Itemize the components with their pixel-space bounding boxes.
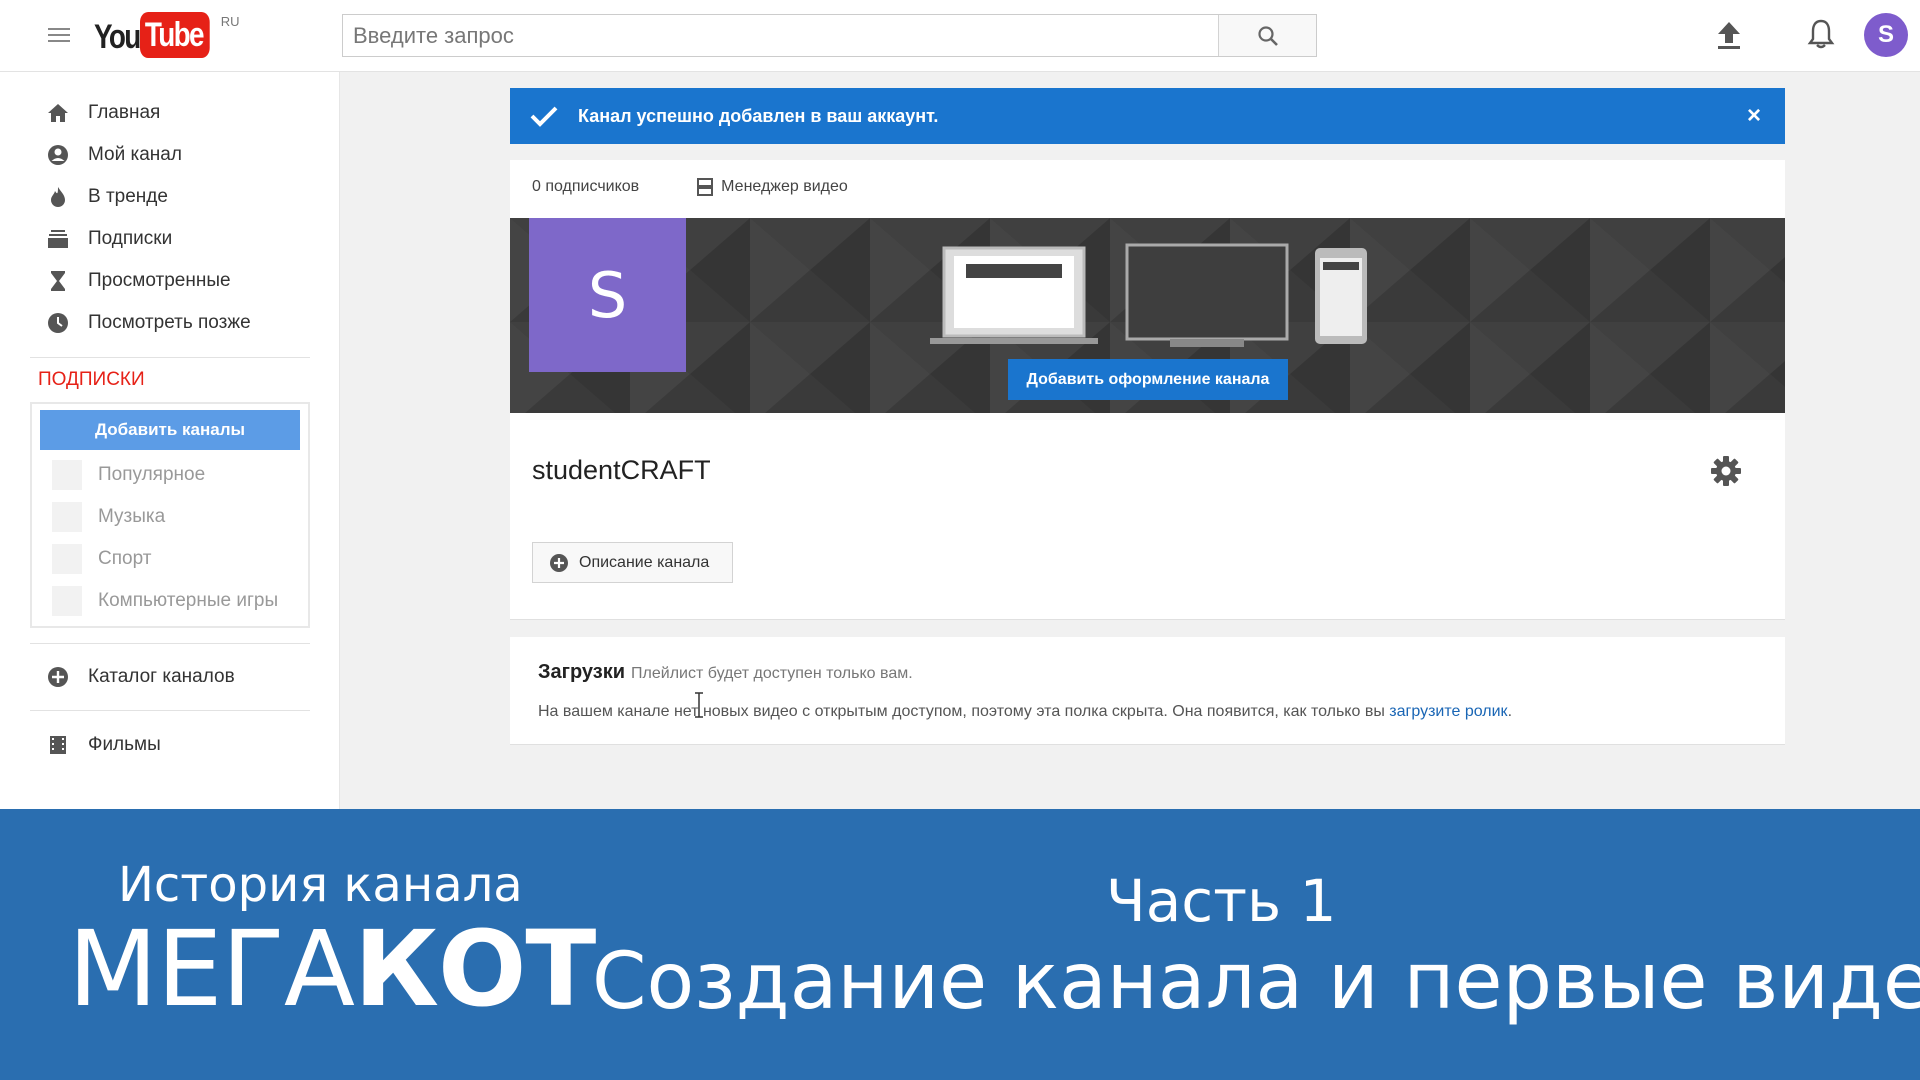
sidebar-item-history[interactable]: Просмотренные xyxy=(46,264,316,298)
film-icon xyxy=(50,736,66,754)
subscriptions-heading[interactable]: ПОДПИСКИ xyxy=(38,369,145,391)
sidebar-item-label: Посмотреть позже xyxy=(88,312,251,333)
flame-icon xyxy=(51,187,65,207)
divider xyxy=(30,710,310,711)
subscription-item[interactable]: Популярное xyxy=(52,458,205,492)
caption-series: История канала xyxy=(118,857,523,913)
sidebar-item-trending[interactable]: В тренде xyxy=(46,180,316,214)
channel-thumbnail xyxy=(52,544,82,574)
add-channel-art-button[interactable]: Добавить оформление канала xyxy=(1008,359,1288,400)
subscription-label: Спорт xyxy=(98,548,152,569)
gear-icon[interactable] xyxy=(1710,455,1742,487)
sidebar-item-my-channel[interactable]: Мой канал xyxy=(46,138,316,172)
divider xyxy=(30,357,310,358)
search-icon xyxy=(1257,25,1278,46)
caption-brand-light: МЕГА xyxy=(68,908,355,1030)
uploads-subtitle: Плейлист будет доступен только вам. xyxy=(631,665,913,682)
logo-tube-text: Tube xyxy=(140,12,210,58)
close-icon[interactable]: × xyxy=(1747,102,1761,130)
sidebar-item-label: Подписки xyxy=(88,228,173,249)
uploads-text-end: . xyxy=(1507,703,1513,720)
upload-icon[interactable] xyxy=(1716,20,1742,50)
subscription-item[interactable]: Компьютерные игры xyxy=(52,584,278,618)
subscriptions-box: Добавить каналы Популярное Музыка Спорт … xyxy=(30,402,310,628)
sidebar-item-label: Каталог каналов xyxy=(88,666,235,687)
bell-icon[interactable] xyxy=(1807,18,1835,50)
logo-region: RU xyxy=(220,14,240,29)
channel-thumbnail xyxy=(52,460,82,490)
uploads-message: На вашем канале нет новых видео с открыт… xyxy=(538,703,1512,721)
channel-thumbnail xyxy=(52,586,82,616)
caption-brand-bold: КОТ xyxy=(354,908,596,1030)
user-circle-icon xyxy=(48,145,68,165)
sidebar-item-channel-catalog[interactable]: Каталог каналов xyxy=(46,660,316,694)
hourglass-icon xyxy=(51,271,65,291)
channel-name: studentCRAFT xyxy=(532,455,711,485)
uploads-title: Загрузки xyxy=(538,661,626,683)
subscriber-count: 0 подписчиков xyxy=(532,178,640,195)
sidebar: Главная Мой канал В тренде Подписки Прос… xyxy=(0,72,340,809)
video-manager-link[interactable]: Менеджер видео xyxy=(697,178,848,196)
sidebar-item-label: В тренде xyxy=(88,186,168,207)
channel-avatar[interactable]: S xyxy=(529,218,686,372)
channel-thumbnail xyxy=(52,502,82,532)
divider xyxy=(30,643,310,644)
subscription-label: Компьютерные игры xyxy=(98,590,279,611)
subscription-label: Музыка xyxy=(98,506,166,527)
subscription-label: Популярное xyxy=(98,464,206,485)
caption-title: Создание канала и первые видео xyxy=(592,937,1920,1027)
subscriptions-icon xyxy=(48,230,68,248)
plus-circle-icon xyxy=(48,667,68,687)
upload-video-link[interactable]: загрузите ролик xyxy=(1389,703,1507,720)
success-notice: Канал успешно добавлен в ваш аккаунт. × xyxy=(510,88,1785,144)
subscription-item[interactable]: Музыка xyxy=(52,500,165,534)
search-button[interactable] xyxy=(1218,15,1316,56)
home-icon xyxy=(48,104,68,122)
menu-icon[interactable] xyxy=(48,28,70,44)
caption-part: Часть 1 xyxy=(1106,867,1337,935)
channel-description-button[interactable]: Описание канала xyxy=(532,542,733,583)
account-avatar[interactable]: S xyxy=(1864,13,1908,57)
sidebar-item-label: Главная xyxy=(88,102,161,123)
video-caption-overlay: История канала МЕГАКОТ Часть 1 Создание … xyxy=(0,809,1920,1080)
video-manager-label: Менеджер видео xyxy=(721,178,848,195)
plus-circle-icon xyxy=(550,553,568,572)
youtube-logo[interactable]: You Tube RU xyxy=(94,12,239,60)
clock-icon xyxy=(48,313,68,333)
channel-stats: 0 подписчиков Менеджер видео xyxy=(532,178,848,196)
uploads-heading: Загрузки Плейлист будет доступен только в… xyxy=(538,661,913,684)
sidebar-item-label: Фильмы xyxy=(88,734,161,755)
sidebar-item-label: Просмотренные xyxy=(88,270,231,291)
channel-card: 0 подписчиков Менеджер видео S Добавить … xyxy=(510,160,1785,620)
caption-brand: МЕГАКОТ xyxy=(68,917,596,1021)
search-input[interactable] xyxy=(343,15,1218,56)
notice-message: Канал успешно добавлен в ваш аккаунт. xyxy=(578,105,939,126)
logo-you-text: You xyxy=(94,18,141,56)
text-cursor-icon xyxy=(695,692,703,718)
video-manager-icon xyxy=(697,178,714,196)
description-button-label: Описание канала xyxy=(579,553,710,571)
uploads-shelf: Загрузки Плейлист будет доступен только в… xyxy=(510,637,1785,745)
add-channels-button[interactable]: Добавить каналы xyxy=(40,410,300,450)
sidebar-item-watch-later[interactable]: Посмотреть позже xyxy=(46,306,316,340)
subscription-item[interactable]: Спорт xyxy=(52,542,151,576)
top-bar: You Tube RU S xyxy=(0,0,1920,72)
sidebar-item-label: Мой канал xyxy=(88,144,182,165)
channel-art: S Добавить оформление канала xyxy=(510,218,1785,413)
sidebar-item-movies[interactable]: Фильмы xyxy=(46,728,316,762)
uploads-text: На вашем канале нет новых видео с открыт… xyxy=(538,703,1390,720)
search-bar xyxy=(342,14,1317,57)
sidebar-item-subscriptions[interactable]: Подписки xyxy=(46,222,316,256)
sidebar-item-home[interactable]: Главная xyxy=(46,96,316,130)
check-icon xyxy=(530,106,558,127)
